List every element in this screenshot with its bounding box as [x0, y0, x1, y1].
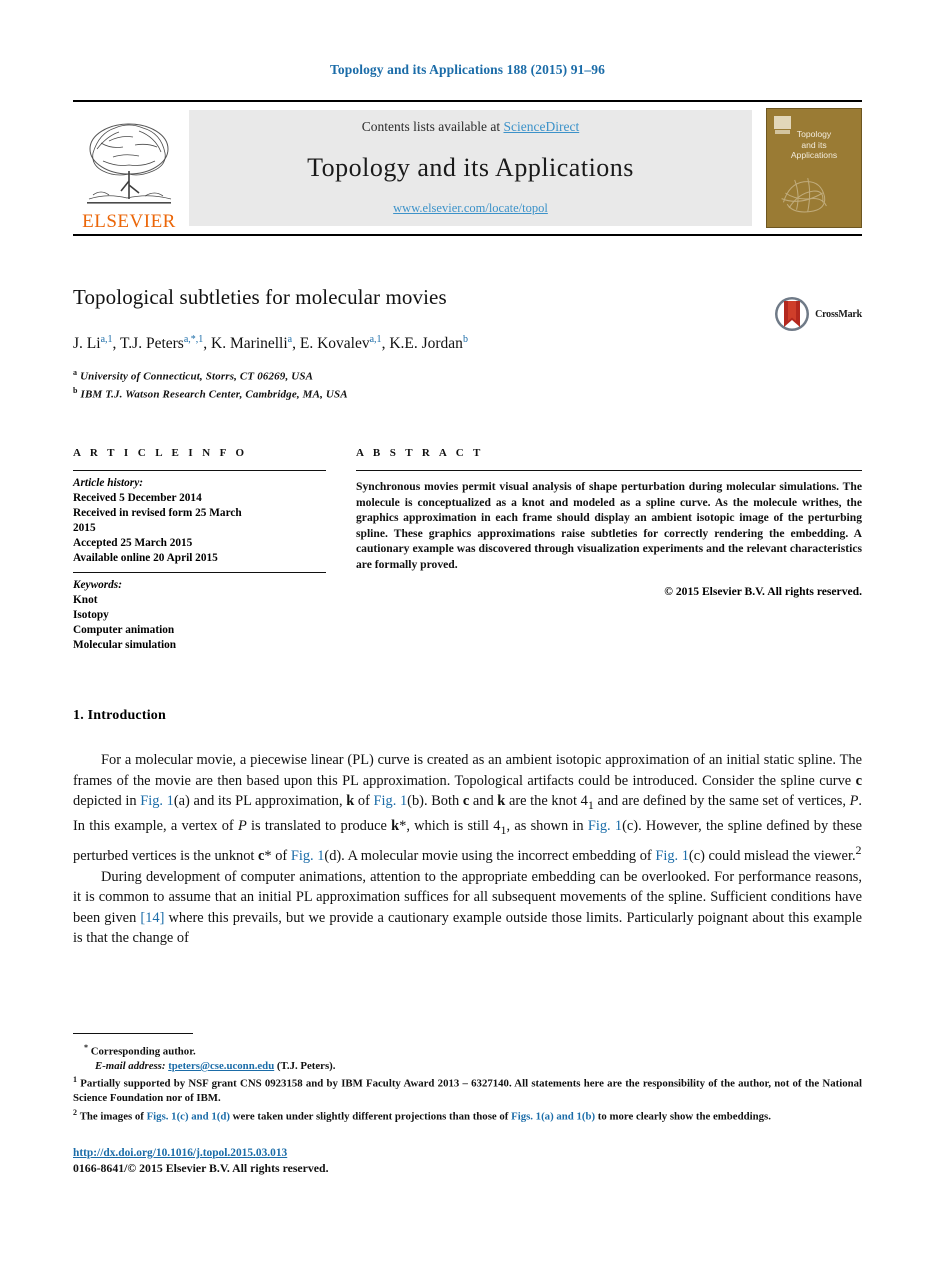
- paragraph: During development of computer animation…: [73, 868, 862, 947]
- keywords-heading: Keywords:: [73, 579, 122, 591]
- abstract-heading: A B S T R A C T: [356, 447, 484, 459]
- footnote-2: 2 The images of Figs. 1(c) and 1(d) were…: [73, 1106, 862, 1124]
- footnote-marker: 1: [73, 1075, 77, 1085]
- footnote-text: The images of Figs. 1(c) and 1(d) were t…: [79, 1110, 771, 1123]
- cover-title-line1: Topology: [796, 129, 832, 139]
- page-title: Topological subtleties for molecular mov…: [73, 285, 447, 309]
- article-info-column: A R T I C L E I N F O Article history: R…: [73, 447, 326, 659]
- crossmark-icon: [775, 297, 810, 331]
- affiliation-text: IBM T.J. Watson Research Center, Cambrid…: [80, 388, 348, 401]
- cover-elsevier-mark-icon: [774, 116, 791, 134]
- footnote-text: Partially supported by NSF grant CNS 092…: [73, 1078, 862, 1105]
- history-line: Available online 20 April 2015: [73, 552, 218, 564]
- keywords-block: Keywords: Knot Isotopy Computer animatio…: [73, 573, 326, 659]
- history-line: 2015: [73, 522, 96, 534]
- affiliation-marker: b: [73, 385, 78, 395]
- sciencedirect-link[interactable]: ScienceDirect: [504, 119, 580, 134]
- abstract-text: Synchronous movies permit visual analysi…: [356, 480, 862, 571]
- crossmark-badge[interactable]: CrossMark: [774, 296, 862, 332]
- paragraph: For a molecular movie, a piecewise linea…: [73, 752, 863, 864]
- article-history-block: Article history: Received 5 December 201…: [73, 471, 326, 572]
- affiliation-list: a University of Connecticut, Storrs, CT …: [73, 366, 862, 401]
- article-history-heading: Article history:: [73, 477, 143, 489]
- journal-cover-thumbnail[interactable]: Topology and its Applications: [766, 108, 862, 228]
- footnote-1: 1 Partially supported by NSF grant CNS 0…: [73, 1073, 862, 1105]
- footnote-marker: 2: [73, 1107, 77, 1117]
- body-content: 1. Introduction For a molecular movie, a…: [73, 708, 862, 949]
- keyword-item: Knot: [73, 594, 98, 606]
- footnote-corresponding-author: * Corresponding author.: [73, 1041, 862, 1059]
- article-page: Topology and its Applications 188 (2015)…: [0, 0, 935, 1266]
- cover-title-line2: and its: [801, 139, 827, 150]
- elsevier-tree-icon: [87, 123, 172, 204]
- footnote-email: E-mail address: tpeters@cse.uconn.edu (T…: [73, 1059, 862, 1073]
- affiliation-marker: a: [73, 368, 78, 378]
- elsevier-wordmark: ELSEVIER: [82, 211, 176, 232]
- cover-knot-artwork-icon: [781, 177, 827, 213]
- masthead-center-panel: Contents lists available at ScienceDirec…: [189, 110, 752, 226]
- contents-list-line: Contents lists available at ScienceDirec…: [362, 119, 579, 135]
- footnotes-block: * Corresponding author. E-mail address: …: [73, 1033, 862, 1124]
- doi-link[interactable]: http://dx.doi.org/10.1016/j.topol.2015.0…: [73, 1147, 287, 1159]
- history-line: Accepted 25 March 2015: [73, 537, 193, 549]
- footnote-divider: [73, 1033, 193, 1034]
- affiliation-item: a University of Connecticut, Storrs, CT …: [73, 366, 862, 384]
- footer-identifiers: http://dx.doi.org/10.1016/j.topol.2015.0…: [73, 1143, 573, 1176]
- info-abstract-row: A R T I C L E I N F O Article history: R…: [73, 447, 862, 659]
- journal-homepage-link[interactable]: www.elsevier.com/locate/topol: [393, 201, 548, 216]
- keyword-item: Isotopy: [73, 609, 109, 621]
- elsevier-logo: ELSEVIER: [73, 102, 185, 234]
- abstract-column: A B S T R A C T Synchronous movies permi…: [356, 447, 862, 659]
- email-address-label: E-mail address:: [95, 1060, 166, 1072]
- title-block: Topological subtleties for molecular mov…: [73, 285, 862, 401]
- section-heading-introduction: 1. Introduction: [73, 708, 166, 723]
- email-link[interactable]: tpeters@cse.uconn.edu: [168, 1060, 274, 1072]
- history-line: Received 5 December 2014: [73, 492, 202, 504]
- email-owner: (T.J. Peters).: [276, 1060, 336, 1072]
- affiliation-text: University of Connecticut, Storrs, CT 06…: [80, 370, 314, 383]
- cover-title-line3: Applications: [790, 150, 838, 160]
- footnote-marker: *: [84, 1043, 88, 1052]
- keyword-item: Molecular simulation: [73, 639, 177, 651]
- affiliation-item: b IBM T.J. Watson Research Center, Cambr…: [73, 384, 862, 402]
- article-info-heading: A R T I C L E I N F O: [73, 447, 248, 459]
- keyword-item: Computer animation: [73, 624, 175, 636]
- running-head: Topology and its Applications 188 (2015)…: [330, 62, 605, 77]
- author-list: J. Lia,1, T.J. Petersa,*,1, K. Marinelli…: [73, 334, 468, 353]
- journal-title: Topology and its Applications: [307, 153, 634, 182]
- issn-copyright-line: 0166-8641/© 2015 Elsevier B.V. All right…: [73, 1161, 329, 1175]
- footnote-text: Corresponding author.: [90, 1045, 196, 1058]
- crossmark-label: CrossMark: [815, 308, 862, 320]
- abstract-copyright: © 2015 Elsevier B.V. All rights reserved…: [664, 584, 862, 598]
- contents-prefix: Contents lists available at: [361, 119, 504, 134]
- history-line: Received in revised form 25 March: [73, 507, 242, 519]
- journal-masthead: ELSEVIER Contents lists available at Sci…: [73, 100, 862, 236]
- cover-title: Topology and its Applications: [767, 129, 861, 161]
